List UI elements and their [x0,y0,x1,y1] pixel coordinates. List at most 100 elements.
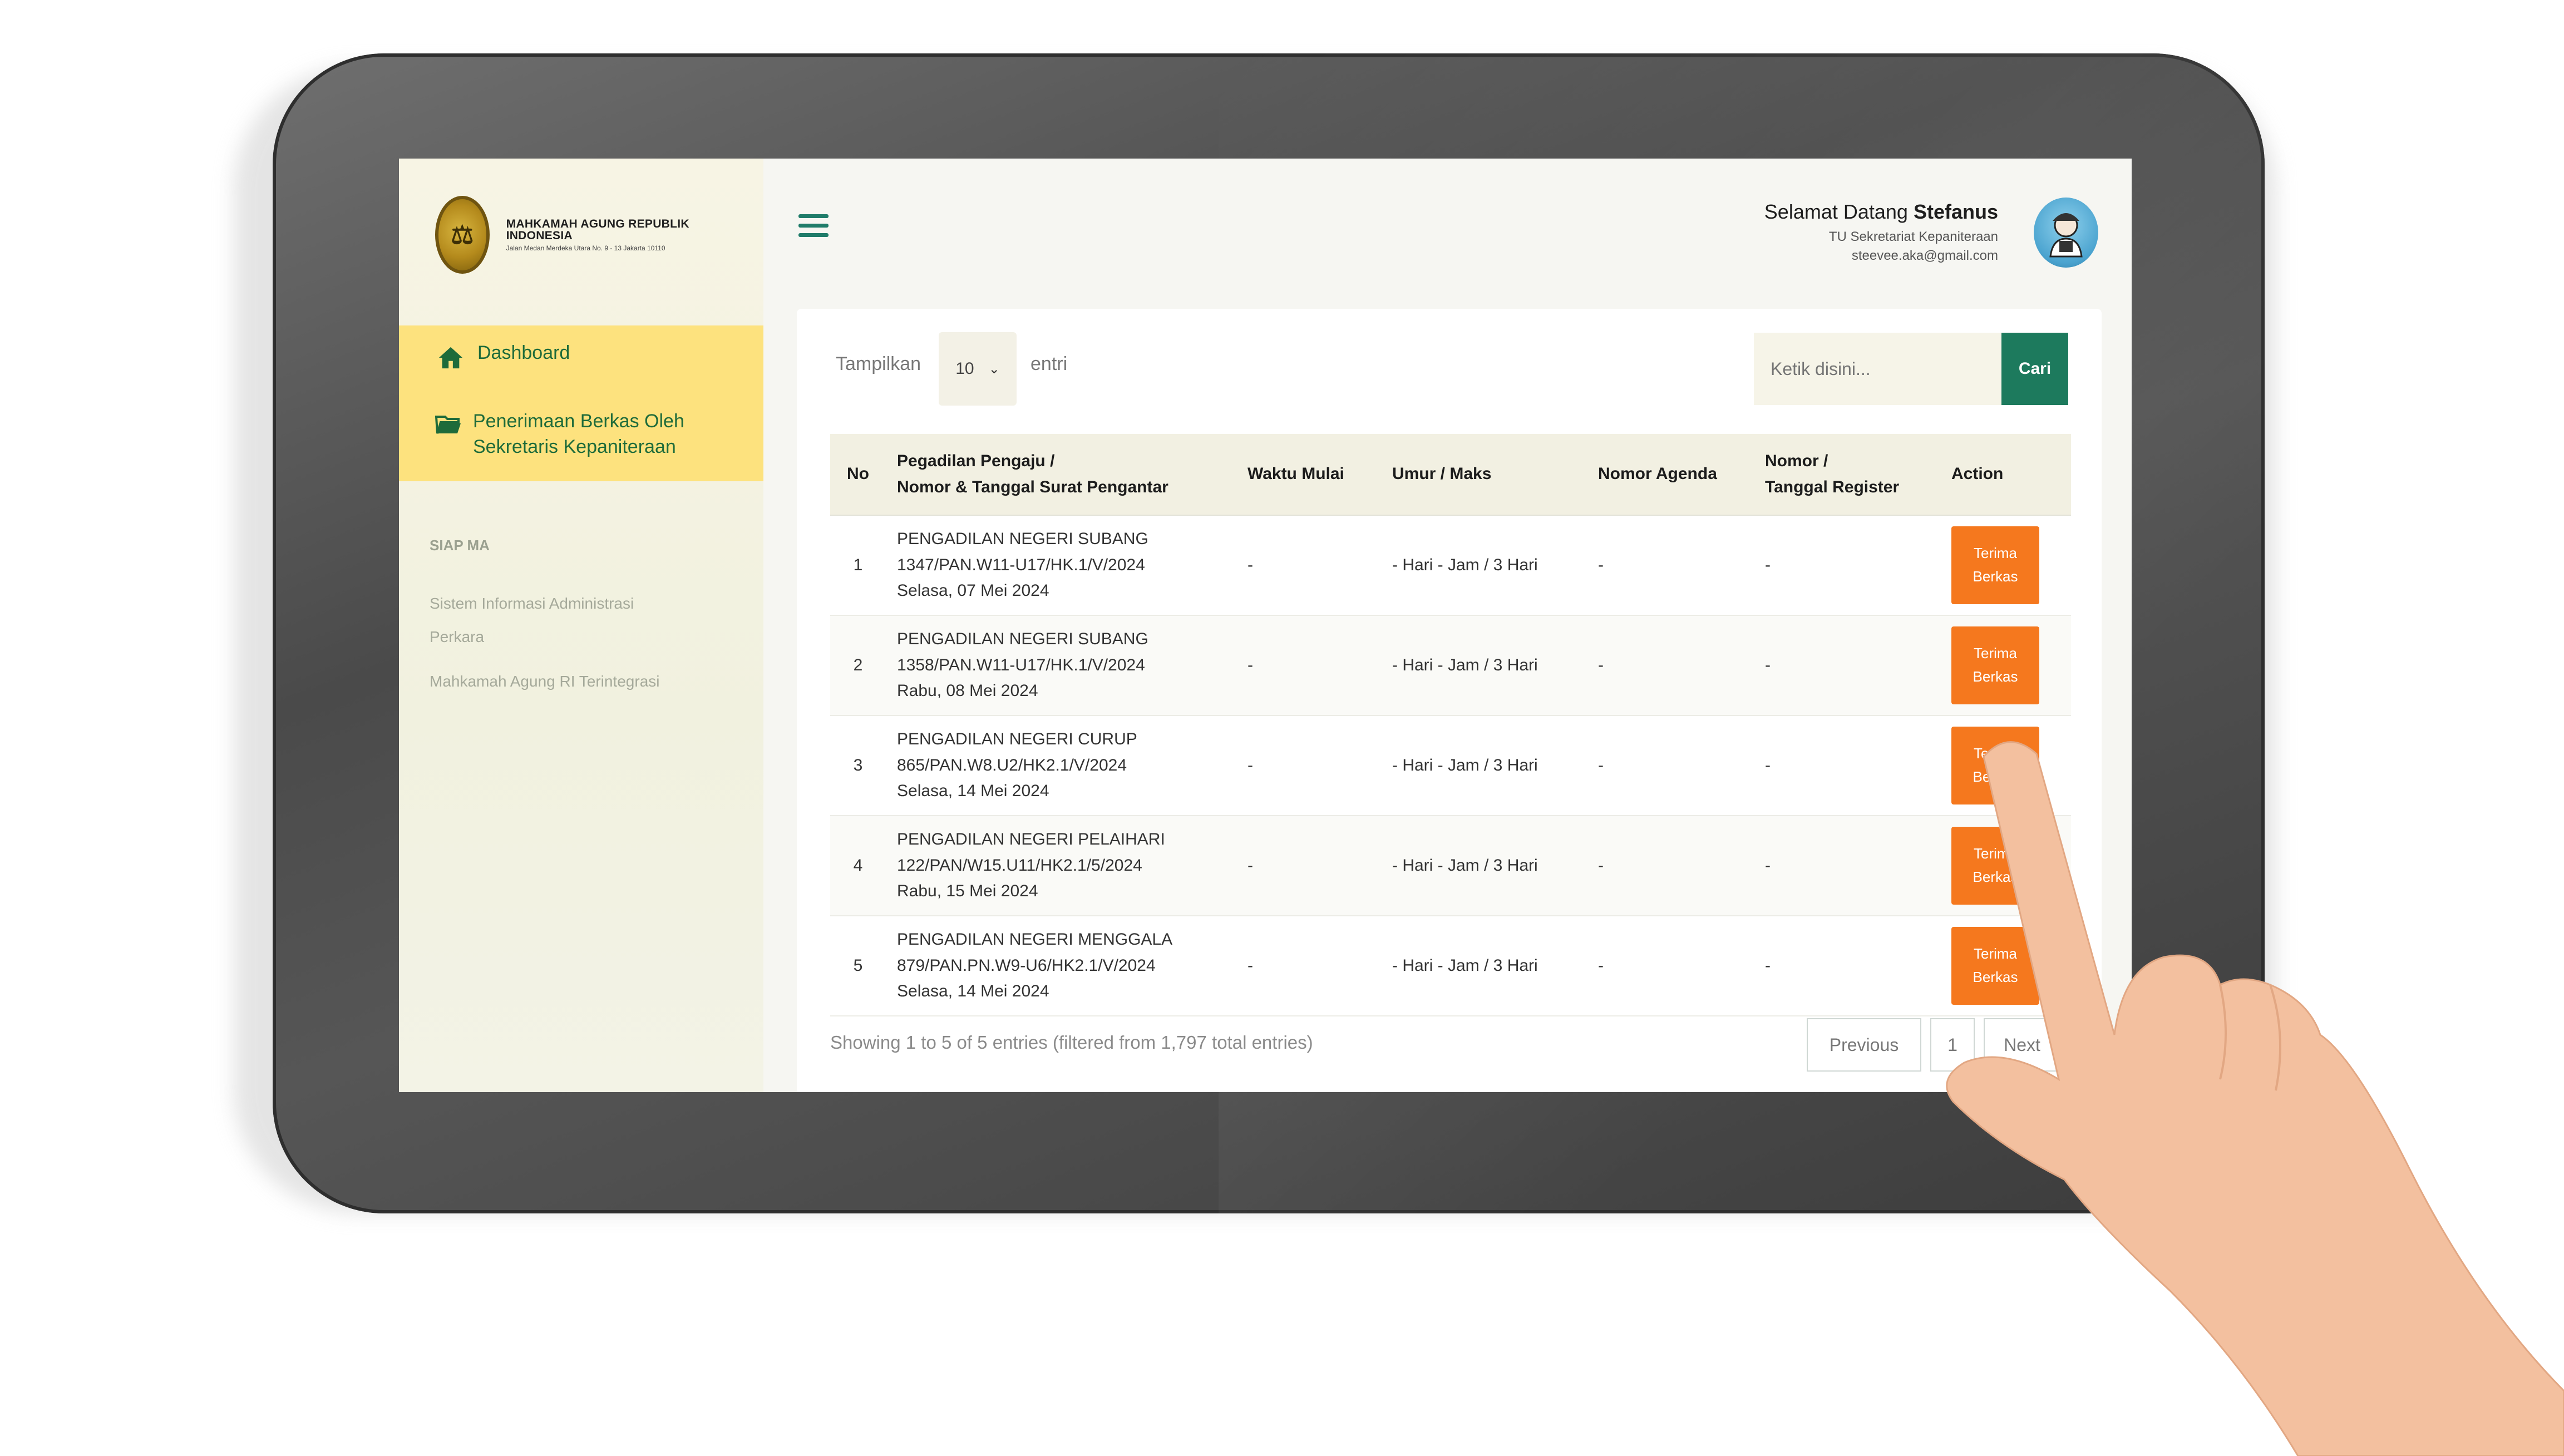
table-header-row: No Pegadilan Pengaju / Nomor & Tanggal S… [830,434,2071,516]
berkas-table: No Pegadilan Pengaju / Nomor & Tanggal S… [830,434,2071,1016]
sidebar-link-ma-terintegrasi[interactable]: Mahkamah Agung RI Terintegrasi [430,665,660,698]
cell-register: - [1754,615,1940,716]
cell-umur: - Hari - Jam / 3 Hari [1381,615,1587,716]
court-emblem-logo: ⚖ [435,196,490,274]
page-size-label: Tampilkan [836,353,921,374]
brand: ⚖ MAHKAMAH AGUNG REPUBLIK INDONESIA Jala… [435,193,747,277]
cell-pengadilan: PENGADILAN NEGERI PELAIHARI 122/PAN/W15.… [886,816,1236,916]
pagination-info: Showing 1 to 5 of 5 entries (filtered fr… [830,1032,1313,1053]
cell-pengadilan: PENGADILAN NEGERI SUBANG 1347/PAN.W11-U1… [886,515,1236,616]
pointing-hand-illustration [1946,741,2564,1456]
cell-agenda: - [1587,615,1754,716]
previous-page-button[interactable]: Previous [1807,1018,1921,1072]
cell-no: 1 [830,515,886,616]
cell-register: - [1754,916,1940,1016]
cell-waktu: - [1236,615,1381,716]
cell-agenda: - [1587,715,1754,816]
cell-pengadilan: PENGADILAN NEGERI CURUP 865/PAN.W8.U2/HK… [886,715,1236,816]
col-header-register-line2: Tanggal Register [1765,477,1900,496]
cell-date: Selasa, 14 Mei 2024 [897,982,1049,1001]
avatar[interactable] [2034,198,2098,268]
cell-umur: - Hari - Jam / 3 Hari [1381,715,1587,816]
cell-letter: 1358/PAN.W11-U17/HK.1/V/2024 [897,655,1145,674]
app-screen: ⚖ MAHKAMAH AGUNG REPUBLIK INDONESIA Jala… [399,159,2132,1092]
cell-court: PENGADILAN NEGERI CURUP [897,730,1137,749]
cell-pengadilan: PENGADILAN NEGERI MENGGALA 879/PAN.PN.W9… [886,916,1236,1016]
cell-umur: - Hari - Jam / 3 Hari [1381,816,1587,916]
cell-waktu: - [1236,816,1381,916]
cell-waktu: - [1236,715,1381,816]
col-header-no: No [830,434,886,516]
sidebar-item-penerimaan-berkas[interactable]: Penerimaan Berkas Oleh Sekretaris Kepani… [435,409,724,460]
data-card: Tampilkan 10 ⌄ entri Cari No Pegadilan P… [797,309,2102,1092]
welcome-text: Selamat Datang Stefanus [1764,200,1998,224]
cell-action: Terima Berkas [1940,515,2071,616]
cell-letter: 879/PAN.PN.W9-U6/HK2.1/V/2024 [897,956,1156,975]
folder-open-icon [435,409,462,440]
cell-agenda: - [1587,916,1754,1016]
terima-berkas-button[interactable]: Terima Berkas [1951,626,2039,704]
table-row: 2 PENGADILAN NEGERI SUBANG 1358/PAN.W11-… [830,615,2071,716]
col-header-umur: Umur / Maks [1381,434,1587,516]
col-header-register: Nomor / Tanggal Register [1754,434,1940,516]
cell-agenda: - [1587,515,1754,616]
cell-no: 4 [830,816,886,916]
sidebar-item-label: Penerimaan Berkas Oleh Sekretaris Kepani… [473,411,684,457]
col-header-pengadilan: Pegadilan Pengaju / Nomor & Tanggal Sura… [886,434,1236,516]
col-header-register-line1: Nomor / [1765,452,1828,470]
col-header-pengadilan-line2: Nomor & Tanggal Surat Pengantar [897,477,1168,496]
chevron-down-icon: ⌄ [988,361,1000,377]
cell-register: - [1754,715,1940,816]
cell-no: 3 [830,715,886,816]
terima-berkas-button[interactable]: Terima Berkas [1951,526,2039,604]
col-header-agenda: Nomor Agenda [1587,434,1754,516]
sidebar-link-sipp[interactable]: Sistem Informasi Administrasi Perkara [430,587,691,654]
entries-label: entri [1030,353,1068,374]
cell-court: PENGADILAN NEGERI SUBANG [897,630,1148,649]
section-label-siap-ma: SIAP MA [430,537,490,554]
sidebar: ⚖ MAHKAMAH AGUNG REPUBLIK INDONESIA Jala… [399,159,763,1092]
cell-letter: 122/PAN/W15.U11/HK2.1/5/2024 [897,856,1142,875]
col-header-pengadilan-line1: Pegadilan Pengaju / [897,452,1055,470]
cell-no: 2 [830,615,886,716]
table-row: 1 PENGADILAN NEGERI SUBANG 1347/PAN.W11-… [830,515,2071,616]
cell-waktu: - [1236,916,1381,1016]
table-row: 4 PENGADILAN NEGERI PELAIHARI 122/PAN/W1… [830,816,2071,916]
cell-action: Terima Berkas [1940,615,2071,716]
sidebar-item-label: Dashboard [477,342,570,363]
cell-court: PENGADILAN NEGERI PELAIHARI [897,830,1165,849]
page-size-value: 10 [955,359,974,378]
cell-waktu: - [1236,515,1381,616]
cell-date: Rabu, 15 Mei 2024 [897,882,1038,901]
cell-court: PENGADILAN NEGERI SUBANG [897,530,1148,549]
cell-register: - [1754,816,1940,916]
cell-date: Selasa, 14 Mei 2024 [897,782,1049,801]
cell-letter: 1347/PAN.W11-U17/HK.1/V/2024 [897,555,1145,574]
menu-toggle-icon[interactable] [798,214,829,240]
search-input[interactable] [1754,333,2001,405]
col-header-waktu: Waktu Mulai [1236,434,1381,516]
cell-date: Selasa, 07 Mei 2024 [897,581,1049,600]
welcome-prefix: Selamat Datang [1764,200,1908,223]
col-header-action: Action [1940,434,2071,516]
cell-umur: - Hari - Jam / 3 Hari [1381,916,1587,1016]
home-icon [435,342,466,373]
cell-no: 5 [830,916,886,1016]
sidebar-item-dashboard[interactable]: Dashboard [435,342,570,373]
cell-register: - [1754,515,1940,616]
brand-title: MAHKAMAH AGUNG REPUBLIK INDONESIA [506,218,689,242]
table-row: 5 PENGADILAN NEGERI MENGGALA 879/PAN.PN.… [830,916,2071,1016]
user-email: steevee.aka@gmail.com [1851,248,1998,263]
brand-subtitle: Jalan Medan Merdeka Utara No. 9 - 13 Jak… [506,244,665,252]
user-role: TU Sekretariat Kepaniteraan [1828,229,1998,244]
user-name: Stefanus [1913,200,1998,223]
user-info: Selamat Datang Stefanus TU Sekretariat K… [1764,200,1998,264]
cell-date: Rabu, 08 Mei 2024 [897,682,1038,700]
page-size-select[interactable]: 10 ⌄ [939,332,1017,406]
search-button[interactable]: Cari [2001,333,2068,405]
cell-court: PENGADILAN NEGERI MENGGALA [897,930,1173,949]
cell-agenda: - [1587,816,1754,916]
cell-umur: - Hari - Jam / 3 Hari [1381,515,1587,616]
cell-letter: 865/PAN.W8.U2/HK2.1/V/2024 [897,756,1127,774]
cell-pengadilan: PENGADILAN NEGERI SUBANG 1358/PAN.W11-U1… [886,615,1236,716]
